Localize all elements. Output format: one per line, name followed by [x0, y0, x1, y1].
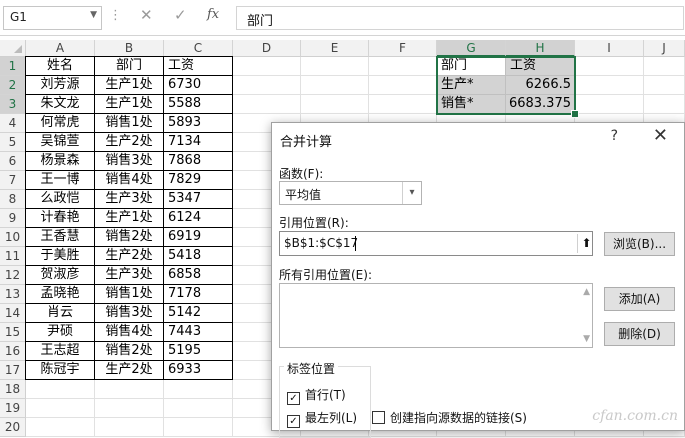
row-header-7[interactable]: 7	[0, 171, 26, 190]
row-header-8[interactable]: 8	[0, 190, 26, 209]
row-header-15[interactable]: 15	[0, 323, 26, 342]
row-header-16[interactable]: 16	[0, 342, 26, 361]
help-icon[interactable]: ?	[611, 128, 618, 144]
row-header-17[interactable]: 17	[0, 361, 26, 380]
reference-input[interactable]: $B$1:$C$17 ⬆	[279, 231, 593, 256]
consolidate-dialog: 合并计算 ? ✕ 函数(F): 平均值 ▾ 引用位置(R): $B$1:$C$1…	[271, 122, 685, 438]
insert-function-icon[interactable]: fx	[207, 7, 219, 22]
column-header-a[interactable]: A	[26, 40, 95, 57]
row-header-18[interactable]: 18	[0, 380, 26, 399]
cell[interactable]	[369, 57, 437, 76]
function-label: 函数(F):	[279, 167, 324, 181]
formula-bar: G1 ▼ ⋮ ✕ ✓ fx 部门	[0, 0, 685, 36]
chevron-down-icon[interactable]: ▾	[402, 182, 421, 204]
column-header-c[interactable]: C	[164, 40, 233, 57]
reference-value: $B$1:$C$17	[284, 236, 359, 250]
cell[interactable]	[575, 57, 644, 76]
column-header-e[interactable]: E	[301, 40, 369, 57]
cell[interactable]	[26, 399, 95, 418]
cell[interactable]	[644, 57, 685, 76]
close-icon[interactable]: ✕	[653, 125, 668, 146]
column-header-h[interactable]: H	[506, 40, 575, 57]
left-column-label: 最左列(L)	[305, 411, 358, 425]
fill-handle[interactable]	[571, 110, 579, 118]
label-position-title: 标签位置	[284, 360, 339, 377]
cell[interactable]	[575, 76, 644, 95]
column-header-i[interactable]: I	[575, 40, 644, 57]
dialog-title: 合并计算	[280, 135, 333, 150]
column-header-f[interactable]: F	[369, 40, 437, 57]
formula-input[interactable]: 部门	[236, 6, 684, 30]
cell[interactable]	[233, 57, 301, 76]
cell[interactable]	[26, 380, 95, 399]
row-header-14[interactable]: 14	[0, 304, 26, 323]
formula-content: 部门	[247, 14, 274, 29]
select-all-corner[interactable]	[0, 40, 26, 57]
cell[interactable]	[644, 95, 685, 114]
row-header-3[interactable]: 3	[0, 95, 26, 114]
cell[interactable]	[644, 76, 685, 95]
cell[interactable]	[301, 57, 369, 76]
cell[interactable]	[301, 76, 369, 95]
reference-label: 引用位置(R):	[279, 216, 349, 230]
row-header-9[interactable]: 9	[0, 209, 26, 228]
cell[interactable]	[164, 418, 233, 437]
more-options-icon: ⋮	[109, 8, 122, 23]
table-outline	[25, 56, 233, 380]
top-row-checkbox[interactable]: ✓ 首行(T)	[287, 386, 346, 405]
cell[interactable]	[95, 399, 164, 418]
row-header-4[interactable]: 4	[0, 114, 26, 133]
cell[interactable]	[164, 380, 233, 399]
cell[interactable]	[95, 418, 164, 437]
link-source-label: 创建指向源数据的链接(S)	[390, 411, 527, 425]
column-header-d[interactable]: D	[233, 40, 301, 57]
cell[interactable]	[369, 76, 437, 95]
cell[interactable]	[164, 399, 233, 418]
enter-icon[interactable]: ✓	[174, 6, 187, 24]
watermark: cfan.com.cn	[592, 408, 678, 424]
row-header-12[interactable]: 12	[0, 266, 26, 285]
cell[interactable]	[233, 76, 301, 95]
empty-checkbox-icon	[372, 411, 385, 424]
column-header-g[interactable]: G	[437, 40, 506, 57]
row-header-10[interactable]: 10	[0, 228, 26, 247]
row-header-13[interactable]: 13	[0, 285, 26, 304]
checkmark-icon: ✓	[287, 392, 300, 405]
row-header-2[interactable]: 2	[0, 76, 26, 95]
column-header-j[interactable]: J	[644, 40, 685, 57]
row-header-5[interactable]: 5	[0, 133, 26, 152]
add-button[interactable]: 添加(A)	[604, 287, 675, 311]
name-box-value: G1	[10, 10, 27, 24]
row-header-1[interactable]: 1	[0, 57, 26, 76]
all-references-label: 所有引用位置(E):	[279, 268, 372, 282]
top-row-label: 首行(T)	[305, 388, 346, 402]
cell[interactable]	[233, 95, 301, 114]
all-references-list[interactable]: ▲ ▼	[279, 283, 593, 348]
cell[interactable]	[575, 95, 644, 114]
name-box[interactable]: G1 ▼	[3, 6, 102, 30]
checkmark-icon: ✓	[287, 415, 300, 428]
collapse-dialog-icon[interactable]: ⬆	[577, 234, 595, 253]
text-caret	[355, 236, 356, 251]
cell[interactable]	[369, 95, 437, 114]
scroll-down-icon[interactable]: ▼	[583, 334, 590, 344]
link-source-checkbox[interactable]: 创建指向源数据的链接(S)	[372, 409, 527, 426]
row-header-19[interactable]: 19	[0, 399, 26, 418]
function-select[interactable]: 平均值 ▾	[279, 181, 422, 205]
delete-button[interactable]: 删除(D)	[604, 322, 675, 346]
cell[interactable]	[26, 418, 95, 437]
selection-border	[436, 56, 576, 115]
column-header-b[interactable]: B	[95, 40, 164, 57]
left-column-checkbox[interactable]: ✓ 最左列(L)	[287, 409, 357, 428]
cell[interactable]	[301, 95, 369, 114]
scroll-up-icon[interactable]: ▲	[583, 287, 590, 297]
browse-button[interactable]: 浏览(B)...	[604, 232, 675, 256]
cancel-icon[interactable]: ✕	[140, 6, 153, 24]
row-header-11[interactable]: 11	[0, 247, 26, 266]
chevron-down-icon[interactable]: ▼	[90, 10, 97, 20]
cell[interactable]	[95, 380, 164, 399]
row-header-20[interactable]: 20	[0, 418, 26, 437]
row-header-6[interactable]: 6	[0, 152, 26, 171]
function-value: 平均值	[285, 188, 322, 202]
